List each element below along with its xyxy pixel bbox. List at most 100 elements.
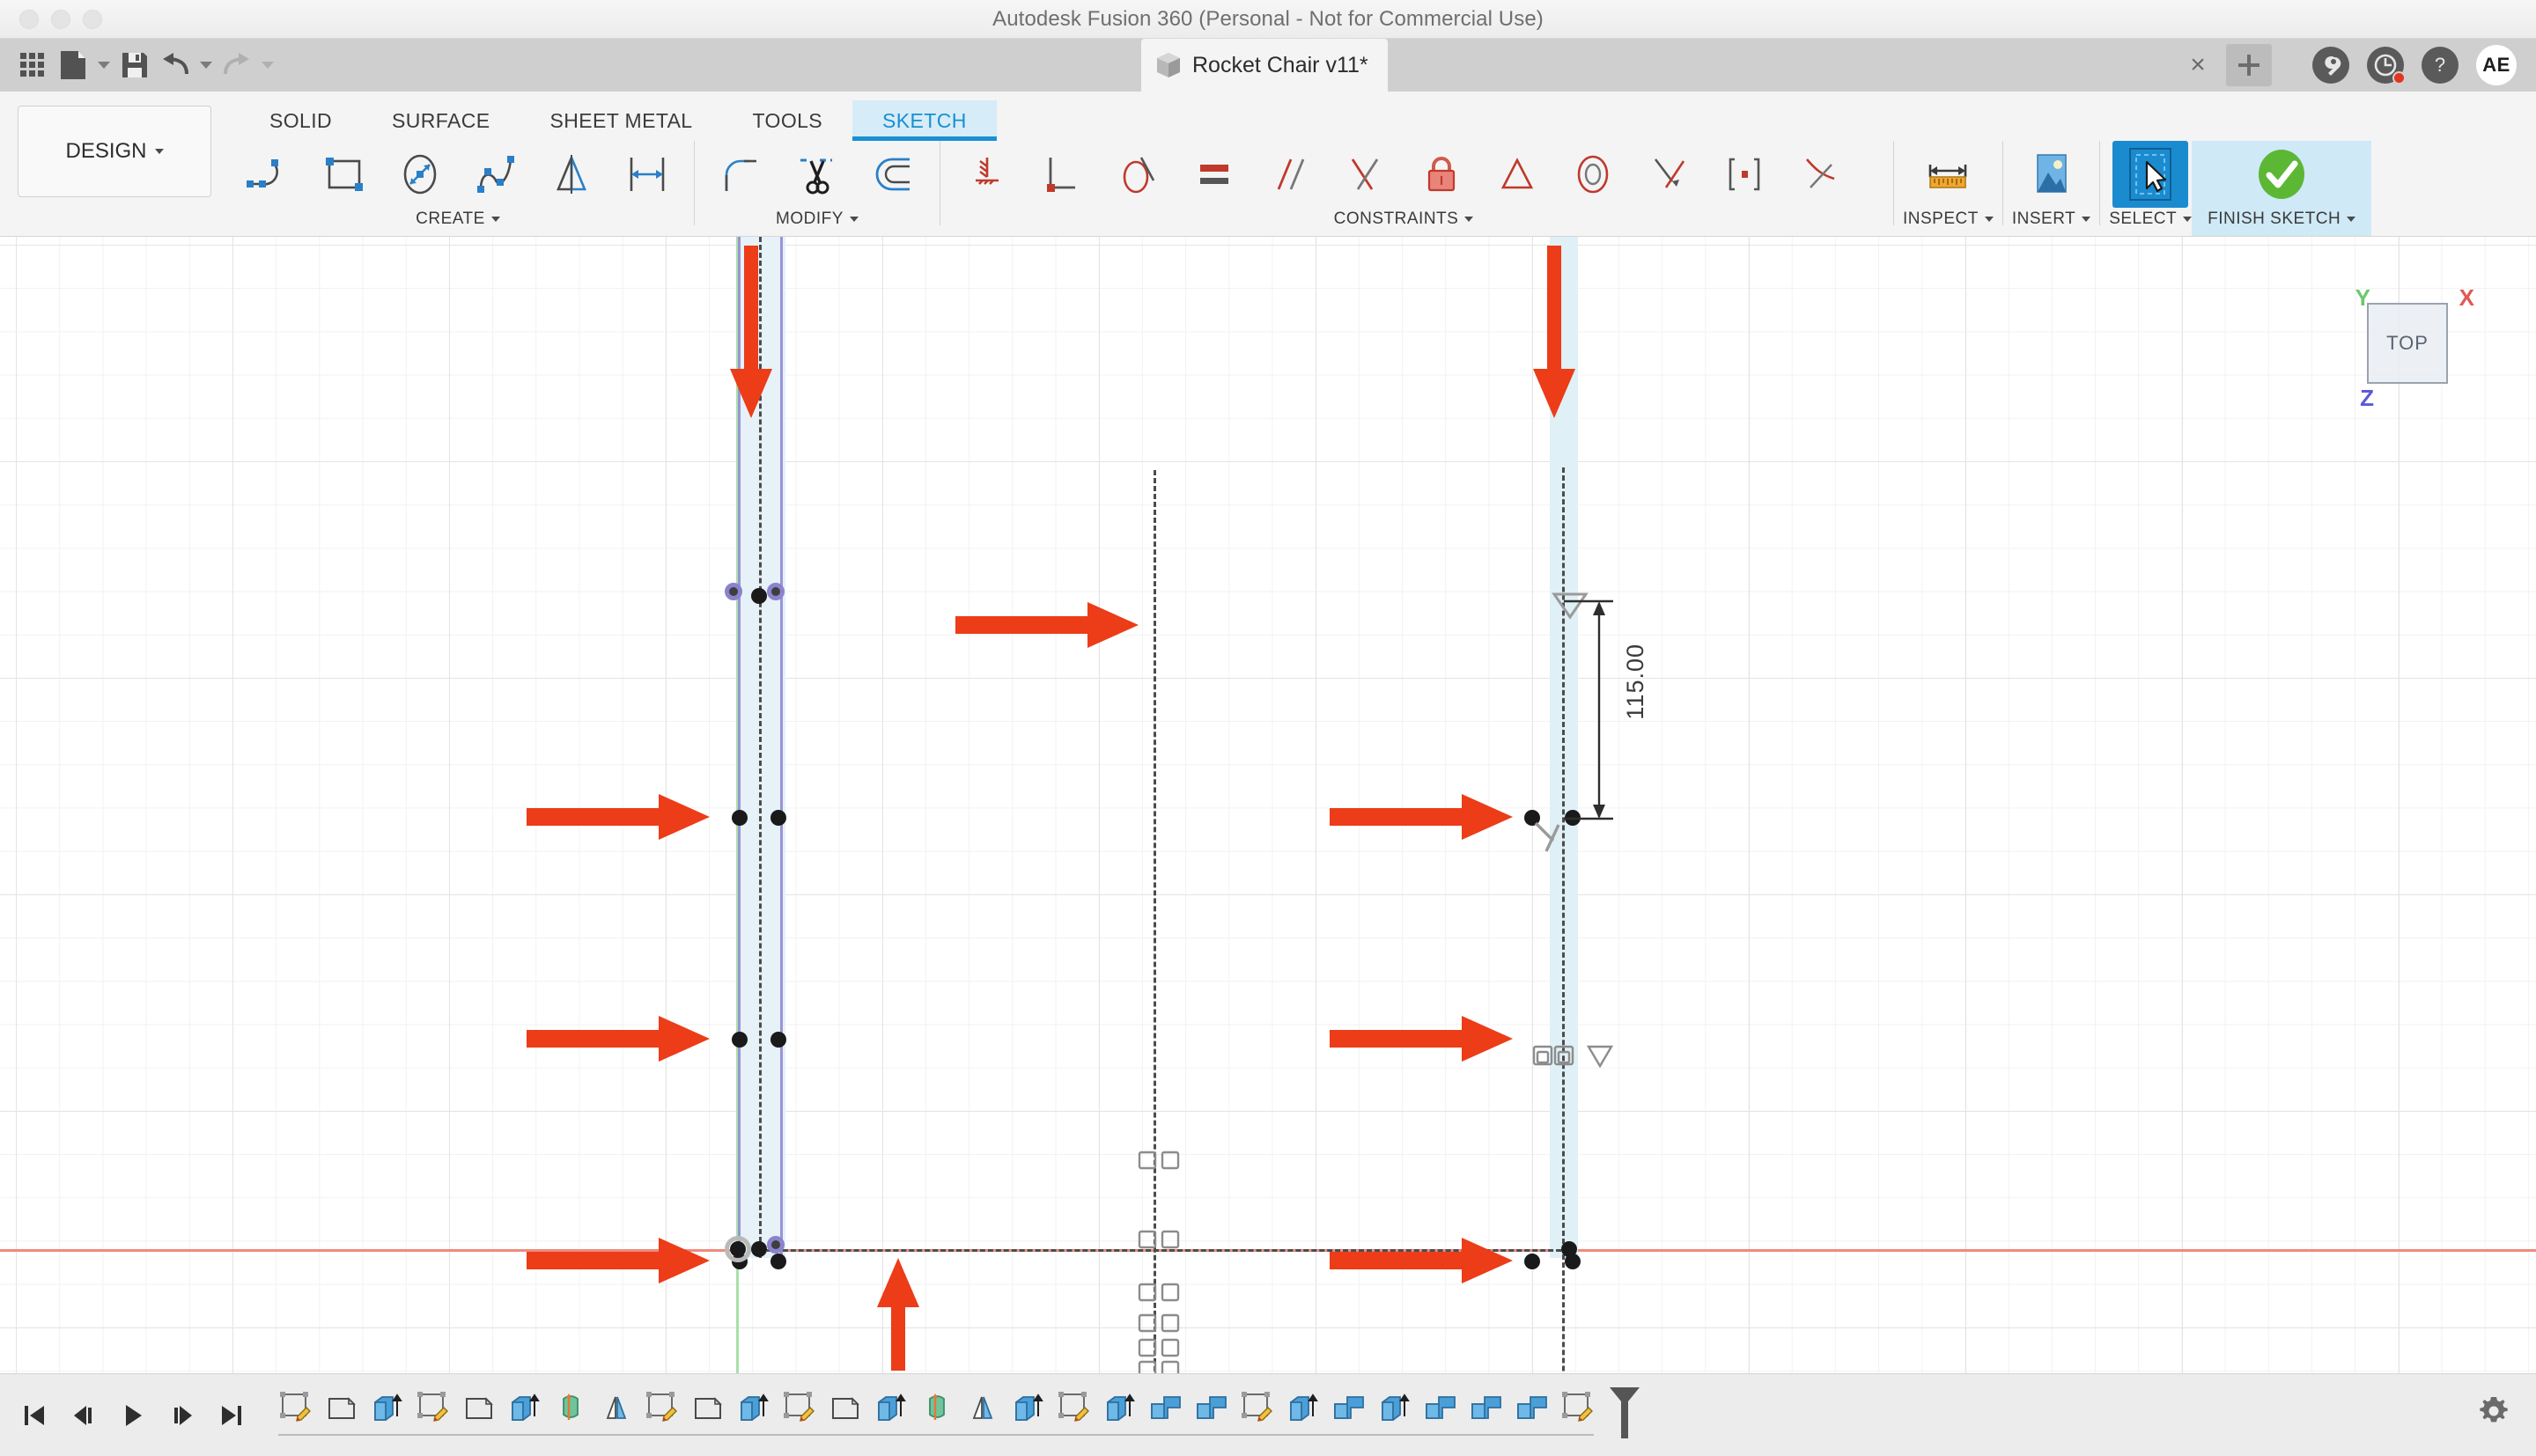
- tangent-constraint[interactable]: [1101, 141, 1176, 208]
- new-tab-button[interactable]: [2226, 44, 2272, 86]
- chevron-down-icon[interactable]: [849, 217, 859, 222]
- perpendicular-constraint[interactable]: [1025, 141, 1101, 208]
- tab-solid[interactable]: SOLID: [240, 100, 362, 141]
- timeline-feature-combine[interactable]: [1143, 1390, 1189, 1441]
- chevron-down-icon[interactable]: [1984, 217, 1994, 222]
- notifications-icon[interactable]: [2367, 47, 2406, 85]
- chevron-down-icon[interactable]: [2082, 217, 2091, 222]
- timeline-feature-sketch[interactable]: [639, 1390, 685, 1441]
- file-button[interactable]: [53, 45, 93, 85]
- redo-caret-icon[interactable]: [257, 45, 278, 85]
- timeline-feature-combine[interactable]: [1509, 1390, 1555, 1441]
- timeline-feature-extrude[interactable]: [868, 1390, 914, 1441]
- sketch-point[interactable]: [767, 1236, 785, 1254]
- timeline-go-to-beginning[interactable]: [12, 1393, 56, 1438]
- timeline-feature-extrude[interactable]: [731, 1390, 777, 1441]
- timeline-feature-sketch[interactable]: [777, 1390, 822, 1441]
- coincident-constraint[interactable]: [1707, 141, 1782, 208]
- chevron-down-icon[interactable]: [490, 217, 500, 222]
- parallel-constraint[interactable]: [1252, 141, 1328, 208]
- sketch-point[interactable]: [732, 1032, 748, 1048]
- curvature-constraint[interactable]: [1782, 141, 1858, 208]
- mirror-tool[interactable]: [534, 141, 609, 208]
- timeline-feature-extrude[interactable]: [1006, 1390, 1051, 1441]
- insert-image-tool[interactable]: [2014, 141, 2090, 208]
- timeline-feature-combine[interactable]: [1418, 1390, 1463, 1441]
- timeline-track[interactable]: [273, 1383, 1645, 1448]
- select-tool[interactable]: [2112, 141, 2189, 208]
- timeline-feature-sketch[interactable]: [1235, 1390, 1280, 1441]
- fix-unfix-constraint[interactable]: [949, 141, 1025, 208]
- line-tool[interactable]: [231, 141, 306, 208]
- tab-surface[interactable]: SURFACE: [362, 100, 520, 141]
- dimension-value[interactable]: 115.00: [1622, 643, 1649, 720]
- timeline-play[interactable]: [111, 1393, 155, 1438]
- timeline-feature-sketch[interactable]: [1051, 1390, 1097, 1441]
- timeline-go-to-end[interactable]: [210, 1393, 254, 1438]
- timeline-step-forward[interactable]: [160, 1393, 204, 1438]
- rectangle-tool[interactable]: [306, 141, 382, 208]
- origin-point[interactable]: [730, 1241, 746, 1257]
- timeline-feature-sketch[interactable]: [1555, 1390, 1601, 1441]
- timeline-feature-combine[interactable]: [1189, 1390, 1235, 1441]
- chevron-down-icon[interactable]: [2183, 217, 2193, 222]
- chevron-down-icon[interactable]: [1464, 217, 1474, 222]
- timeline-step-back[interactable]: [62, 1393, 106, 1438]
- timeline-feature-body[interactable]: [319, 1390, 365, 1441]
- chevron-down-icon[interactable]: [2347, 217, 2356, 222]
- file-caret-icon[interactable]: [93, 45, 114, 85]
- timeline-feature-sketch[interactable]: [410, 1390, 456, 1441]
- timeline-feature-mirror[interactable]: [960, 1390, 1006, 1441]
- sketch-point[interactable]: [1524, 1254, 1540, 1269]
- trim-tool[interactable]: [779, 141, 855, 208]
- sketch-point[interactable]: [751, 1241, 767, 1257]
- timeline-feature-mirror[interactable]: [593, 1390, 639, 1441]
- sketch-point[interactable]: [1561, 1241, 1577, 1257]
- sketch-point[interactable]: [770, 1254, 786, 1269]
- timeline-feature-combine[interactable]: [1326, 1390, 1372, 1441]
- view-cube[interactable]: TOP: [2367, 303, 2448, 384]
- document-tab[interactable]: Rocket Chair v11*: [1141, 39, 1388, 92]
- timeline-feature-extrude[interactable]: [1372, 1390, 1418, 1441]
- timeline-feature-body[interactable]: [456, 1390, 502, 1441]
- timeline-feature-body[interactable]: [685, 1390, 731, 1441]
- timeline-feature-extrude[interactable]: [365, 1390, 410, 1441]
- timeline-feature-revolve[interactable]: [914, 1390, 960, 1441]
- sketch-point[interactable]: [751, 588, 767, 604]
- timeline-feature-revolve[interactable]: [548, 1390, 593, 1441]
- equal-constraint[interactable]: [1176, 141, 1252, 208]
- offset-tool[interactable]: [855, 141, 931, 208]
- timeline-feature-combine[interactable]: [1463, 1390, 1509, 1441]
- show-data-panel-button[interactable]: [12, 45, 53, 85]
- tab-sketch[interactable]: SKETCH: [852, 100, 997, 141]
- horizontal-vertical-constraint[interactable]: [1404, 141, 1479, 208]
- timeline-feature-body[interactable]: [822, 1390, 868, 1441]
- measure-tool[interactable]: [1910, 141, 1986, 208]
- timeline-end-marker[interactable]: [1604, 1386, 1645, 1445]
- finish-sketch-button[interactable]: [2244, 141, 2319, 208]
- help-icon[interactable]: ?: [2422, 47, 2459, 84]
- tab-tools[interactable]: TOOLS: [723, 100, 853, 141]
- undo-button[interactable]: [155, 45, 195, 85]
- symmetry-constraint[interactable]: [1328, 141, 1404, 208]
- sketch-canvas[interactable]: 115.00 -125 -250 -375 -500 -625 TOP X Y …: [0, 237, 2536, 1373]
- workspace-selector[interactable]: DESIGN: [18, 106, 211, 197]
- avatar[interactable]: AE: [2476, 45, 2517, 85]
- timeline-settings-button[interactable]: [2476, 1393, 2511, 1433]
- save-button[interactable]: [114, 45, 155, 85]
- extensions-icon[interactable]: [2312, 47, 2349, 84]
- sketch-point[interactable]: [732, 810, 748, 826]
- timeline-feature-extrude[interactable]: [502, 1390, 548, 1441]
- concentric-constraint[interactable]: [1555, 141, 1631, 208]
- fillet-tool[interactable]: [704, 141, 779, 208]
- midpoint-constraint[interactable]: [1631, 141, 1707, 208]
- circle-tool[interactable]: [382, 141, 458, 208]
- undo-caret-icon[interactable]: [195, 45, 217, 85]
- timeline-feature-sketch[interactable]: [273, 1390, 319, 1441]
- spline-tool[interactable]: [458, 141, 534, 208]
- rectangular-pattern-tool[interactable]: [609, 141, 685, 208]
- sketch-point[interactable]: [725, 583, 742, 600]
- timeline-feature-extrude[interactable]: [1097, 1390, 1143, 1441]
- redo-button[interactable]: [217, 45, 257, 85]
- timeline-feature-extrude[interactable]: [1280, 1390, 1326, 1441]
